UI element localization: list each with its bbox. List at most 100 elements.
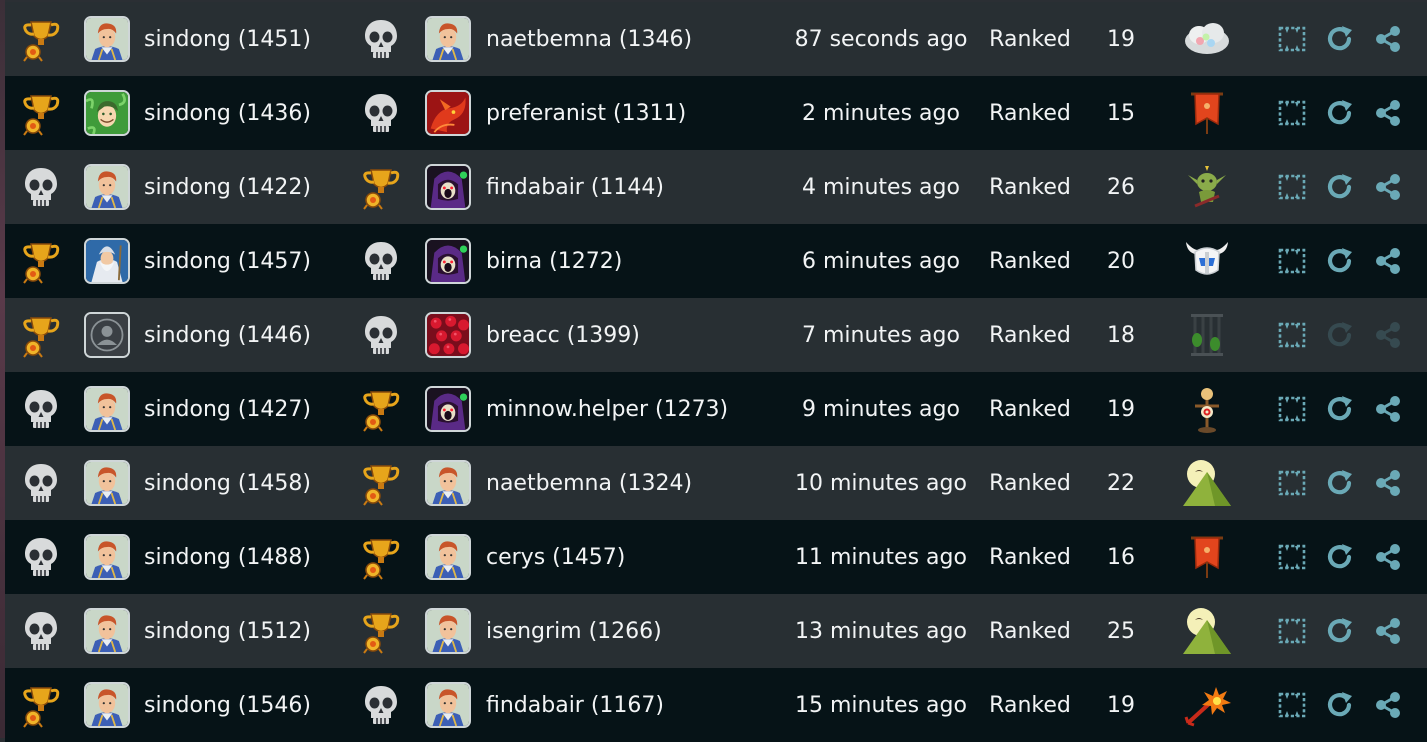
player-one-name[interactable]: sindong (1427)	[144, 372, 344, 446]
share-icon[interactable]	[1371, 594, 1405, 668]
view-board-icon[interactable]	[1275, 520, 1309, 594]
player-one-name[interactable]: sindong (1512)	[144, 594, 344, 668]
replay-icon[interactable]	[1323, 150, 1357, 224]
trophy-icon	[19, 224, 63, 298]
player-two-avatar[interactable]	[422, 446, 474, 520]
player-one-avatar[interactable]	[81, 594, 133, 668]
view-board-icon[interactable]	[1275, 150, 1309, 224]
player-one-avatar[interactable]	[81, 224, 133, 298]
player-two-name[interactable]: isengrim (1266)	[486, 594, 786, 668]
player-two-name[interactable]: naetbemna (1324)	[486, 446, 786, 520]
player-one-avatar[interactable]	[81, 298, 133, 372]
trophy-icon	[359, 446, 403, 520]
avatar	[84, 312, 130, 358]
game-time: 7 minutes ago	[802, 322, 960, 348]
view-board-icon[interactable]	[1275, 446, 1309, 520]
player-one-name[interactable]: sindong (1422)	[144, 150, 344, 224]
table-row[interactable]: sindong (1488) cerys (1457) 11 minutes ago…	[5, 520, 1427, 594]
board-cage-icon	[1179, 298, 1235, 372]
player-two-avatar[interactable]	[422, 594, 474, 668]
table-row[interactable]: sindong (1446) breacc (1399) 7 minutes ago…	[5, 298, 1427, 372]
player-two-avatar[interactable]	[422, 224, 474, 298]
board-dummy-icon	[1179, 372, 1235, 446]
player-two-name[interactable]: findabair (1167)	[486, 668, 786, 742]
player-one-avatar[interactable]	[81, 150, 133, 224]
share-icon[interactable]	[1371, 520, 1405, 594]
turn-count: 19	[1107, 26, 1135, 52]
player-one-name[interactable]: sindong (1446)	[144, 298, 344, 372]
share-icon[interactable]	[1371, 372, 1405, 446]
player-two-avatar[interactable]	[422, 372, 474, 446]
trophy-icon	[19, 298, 63, 372]
player-two-name[interactable]: breacc (1399)	[486, 298, 786, 372]
avatar	[425, 608, 471, 654]
replay-icon[interactable]	[1323, 224, 1357, 298]
skull-icon	[359, 76, 403, 150]
player-two-avatar[interactable]	[422, 2, 474, 76]
table-row[interactable]: sindong (1422) findabair (1144) 4 minutes …	[5, 150, 1427, 224]
player-two-name[interactable]: naetbemna (1346)	[486, 2, 786, 76]
share-icon[interactable]	[1371, 150, 1405, 224]
share-icon[interactable]	[1371, 2, 1405, 76]
player-one-name[interactable]: sindong (1451)	[144, 2, 344, 76]
table-row[interactable]: sindong (1436) preferanist (1311) 2 minute…	[5, 76, 1427, 150]
view-board-icon[interactable]	[1275, 594, 1309, 668]
skull-icon	[359, 668, 403, 742]
player-one-avatar[interactable]	[81, 76, 133, 150]
replay-icon	[1323, 298, 1357, 372]
avatar	[84, 90, 130, 136]
view-board-icon[interactable]	[1275, 668, 1309, 742]
game-mode: Ranked	[989, 26, 1071, 52]
replay-icon[interactable]	[1323, 594, 1357, 668]
turn-count: 15	[1107, 100, 1135, 126]
view-board-icon[interactable]	[1275, 224, 1309, 298]
replay-icon[interactable]	[1323, 520, 1357, 594]
board-banner-icon	[1179, 520, 1235, 594]
player-one-avatar[interactable]	[81, 520, 133, 594]
replay-icon[interactable]	[1323, 372, 1357, 446]
player-one-avatar[interactable]	[81, 372, 133, 446]
share-icon[interactable]	[1371, 224, 1405, 298]
share-icon[interactable]	[1371, 668, 1405, 742]
player-one-name[interactable]: sindong (1436)	[144, 76, 344, 150]
player-two-avatar[interactable]	[422, 76, 474, 150]
player-one-name[interactable]: sindong (1488)	[144, 520, 344, 594]
table-row[interactable]: sindong (1546) findabair (1167) 15 minutes…	[5, 668, 1427, 742]
replay-icon[interactable]	[1323, 2, 1357, 76]
replay-icon[interactable]	[1323, 446, 1357, 520]
view-board-icon[interactable]	[1275, 372, 1309, 446]
player-one-avatar[interactable]	[81, 446, 133, 520]
avatar	[84, 16, 130, 62]
player-one-name[interactable]: sindong (1457)	[144, 224, 344, 298]
player-two-name[interactable]: findabair (1144)	[486, 150, 786, 224]
replay-icon[interactable]	[1323, 76, 1357, 150]
player-two-name[interactable]: birna (1272)	[486, 224, 786, 298]
view-board-icon[interactable]	[1275, 298, 1309, 372]
player-one-name[interactable]: sindong (1458)	[144, 446, 344, 520]
game-time: 4 minutes ago	[802, 174, 960, 200]
player-one-name[interactable]: sindong (1546)	[144, 668, 344, 742]
share-icon[interactable]	[1371, 446, 1405, 520]
player-two-avatar[interactable]	[422, 520, 474, 594]
player-two-name[interactable]: preferanist (1311)	[486, 76, 786, 150]
player-one-avatar[interactable]	[81, 2, 133, 76]
player-two-name[interactable]: cerys (1457)	[486, 520, 786, 594]
view-board-icon[interactable]	[1275, 76, 1309, 150]
game-mode: Ranked	[989, 470, 1071, 496]
table-row[interactable]: sindong (1457) birna (1272) 6 minutes ago R…	[5, 224, 1427, 298]
avatar	[84, 238, 130, 284]
player-two-name[interactable]: minnow.helper (1273)	[486, 372, 786, 446]
table-row[interactable]: sindong (1427) minnow.helper (1273) 9 minu…	[5, 372, 1427, 446]
replay-icon[interactable]	[1323, 668, 1357, 742]
player-one-avatar[interactable]	[81, 668, 133, 742]
table-row[interactable]: sindong (1512) isengrim (1266) 13 minutes …	[5, 594, 1427, 668]
player-two-avatar[interactable]	[422, 668, 474, 742]
table-row[interactable]: sindong (1458) naetbemna (1324) 10 minutes…	[5, 446, 1427, 520]
share-icon[interactable]	[1371, 76, 1405, 150]
table-row[interactable]: sindong (1451) naetbemna (1346) 87 seconds…	[5, 2, 1427, 76]
player-two-avatar[interactable]	[422, 298, 474, 372]
player-two-avatar[interactable]	[422, 150, 474, 224]
skull-icon	[359, 2, 403, 76]
skull-icon	[359, 298, 403, 372]
view-board-icon[interactable]	[1275, 2, 1309, 76]
